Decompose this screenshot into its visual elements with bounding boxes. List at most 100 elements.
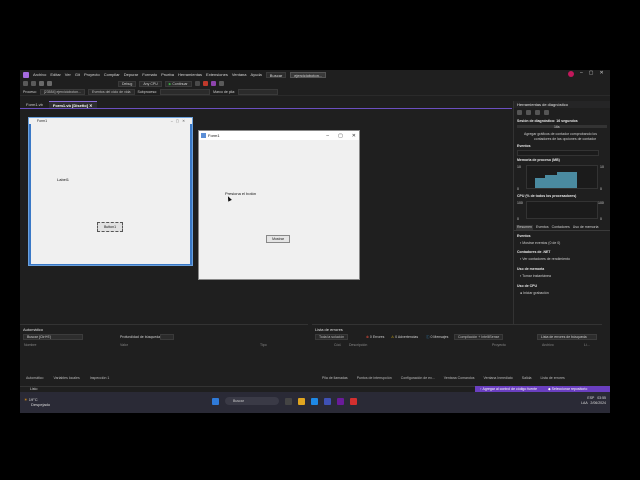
platform-dropdown[interactable]: Any CPU <box>139 80 162 87</box>
tab-autos[interactable]: Automático <box>26 376 44 380</box>
view-counters-link[interactable]: ▪ Ver contadores de rendimiento <box>520 257 570 261</box>
menu-extensiones[interactable]: Extensiones <box>206 72 228 77</box>
running-form[interactable]: Form1 – ▢ ✕ Presiona el botón Mostrar <box>198 130 360 280</box>
continue-button[interactable]: ▶ Continuar <box>164 80 192 87</box>
design-form-window-buttons-icon: –▢✕ <box>170 119 188 123</box>
app-icon[interactable] <box>350 397 357 405</box>
button1[interactable]: Button1 <box>97 222 123 232</box>
edge-icon[interactable] <box>311 397 318 405</box>
select-tools-icon[interactable] <box>526 110 531 115</box>
error-search[interactable]: Lista de errores de búsqueda <box>537 334 597 340</box>
tab-error-list[interactable]: Lista de errores <box>540 376 564 380</box>
search-box[interactable]: Buscar <box>265 71 287 78</box>
taskbar-search[interactable]: Buscar <box>225 397 279 405</box>
back-icon[interactable] <box>23 81 28 86</box>
stop-icon[interactable] <box>202 81 208 86</box>
tab-form1-code[interactable]: Form1.vb <box>22 101 47 108</box>
menu-ventana[interactable]: Ventana <box>232 72 247 77</box>
task-view-icon[interactable] <box>285 397 292 405</box>
restart-icon[interactable] <box>210 81 216 86</box>
show-button[interactable]: Mostrar <box>266 235 290 243</box>
tip-line-2: contadores de las opciones de contador <box>534 137 597 141</box>
tab-locals[interactable]: Variables locales <box>54 376 80 380</box>
tab-counters[interactable]: Contadores <box>552 225 570 230</box>
undo-icon[interactable] <box>47 81 52 86</box>
menu-herramientas[interactable]: Herramientas <box>178 72 202 77</box>
tab-call-stack[interactable]: Pila de llamadas <box>322 376 348 380</box>
visual-studio-icon[interactable] <box>337 397 344 405</box>
tab-watch[interactable]: Inspección 1 <box>90 376 110 380</box>
process-label: Proceso: <box>23 89 37 94</box>
tab-form1-design[interactable]: Form1.vb [Diseño] ✕ <box>48 101 97 108</box>
warnings-filter[interactable]: ⚠ 0 Advertencias <box>391 335 418 339</box>
weather-widget[interactable]: ☀ 19°C Despejado <box>24 397 50 407</box>
col-line: Lí... <box>584 343 590 347</box>
close-tab-icon[interactable]: ✕ <box>89 103 92 108</box>
label1[interactable]: Label1 <box>57 177 69 182</box>
zoom-out-icon[interactable] <box>544 110 549 115</box>
design-form[interactable]: Form1 –▢✕ Label1 Button1 <box>28 117 193 266</box>
menu-formato[interactable]: Formato <box>142 72 157 77</box>
hot-reload-icon[interactable] <box>194 81 200 86</box>
forward-icon[interactable] <box>31 81 36 86</box>
scope-dropdown[interactable]: Toda la solución <box>315 334 349 340</box>
windows-start-icon[interactable] <box>212 397 219 405</box>
tab-memory-usage[interactable]: Uso de memoria <box>573 225 599 230</box>
session-timeline[interactable] <box>517 125 607 128</box>
menu-git[interactable]: Git <box>75 72 80 77</box>
menu-archivo[interactable]: Archivo <box>33 72 46 77</box>
stack-frame-dropdown[interactable] <box>238 88 279 95</box>
taskbar-apps: Buscar <box>212 397 357 405</box>
close-icon[interactable]: ✕ <box>352 133 356 139</box>
store-icon[interactable] <box>324 397 331 405</box>
search-depth-label: Profundidad de búsqueda: <box>120 335 162 339</box>
autos-search[interactable]: Buscar (Ctrl+E) <box>23 334 83 340</box>
config-dropdown[interactable]: Debug <box>118 80 137 87</box>
start-recording-button[interactable]: ● Iniciar grabación <box>520 291 549 295</box>
tab-immediate-window[interactable]: Ventana Inmediato <box>484 376 513 380</box>
save-icon[interactable] <box>39 81 44 86</box>
tab-summary[interactable]: Resumen <box>516 225 533 230</box>
select-repository-button[interactable]: ◆ Seleccionar repositorio <box>548 387 587 391</box>
memory-label: Memoria de proceso (MB) <box>517 158 560 162</box>
menu-editar[interactable]: Editar <box>50 72 60 77</box>
diagnostic-tools-title: Herramientas de diagnóstico <box>514 101 610 108</box>
messages-filter[interactable]: ⓘ 0 Mensajes <box>426 335 448 340</box>
tab-output[interactable]: Salida <box>522 376 532 380</box>
show-events-link[interactable]: ▪ Mostrar eventos (0 de 0) <box>520 241 560 245</box>
tab-breakpoints[interactable]: Puntos de interrupción <box>357 376 392 380</box>
counters-section-title: Contadores de .NET <box>517 250 551 254</box>
events-track <box>517 150 599 156</box>
cpu-scale-bottom-right: 0 <box>600 217 602 221</box>
tab-exception-settings[interactable]: Configuración de ex... <box>401 376 435 380</box>
add-source-control-button[interactable]: ↑ Agregar al control de código fuente <box>480 387 537 391</box>
take-snapshot-button[interactable]: ▪ Tomar instantánea <box>520 274 551 278</box>
menu-depurar[interactable]: Depurar <box>124 72 138 77</box>
build-filter-dropdown[interactable]: Compilación + IntelliSense <box>454 334 504 340</box>
menu-ayuda[interactable]: Ayuda <box>251 72 262 77</box>
menu-prueba[interactable]: Prueba <box>161 72 174 77</box>
tab-command-window[interactable]: Ventana Comandos <box>444 376 475 380</box>
memory-scale-top: 10 <box>517 165 521 169</box>
settings-icon[interactable] <box>517 110 522 115</box>
running-form-window-buttons[interactable]: – ▢ ✕ <box>326 131 356 140</box>
errors-filter[interactable]: ⊗ 0 Errores <box>366 335 384 339</box>
menu-ver[interactable]: Ver <box>65 72 71 77</box>
search-depth-dropdown[interactable] <box>160 334 174 340</box>
step-icon[interactable] <box>218 81 224 86</box>
zoom-in-icon[interactable] <box>535 110 540 115</box>
account-avatar[interactable] <box>568 71 574 77</box>
mouse-cursor-icon <box>226 195 232 202</box>
process-dropdown[interactable]: [23584] ejercicioboton... <box>39 88 85 95</box>
minimize-icon[interactable]: – <box>326 133 329 139</box>
menu-proyecto[interactable]: Proyecto <box>84 72 100 77</box>
maximize-icon[interactable]: ▢ <box>338 133 343 139</box>
thread-dropdown[interactable] <box>160 88 211 95</box>
system-tray[interactable]: ESP 03:55 LAA 2/06/2024 <box>581 396 606 406</box>
menu-compilar[interactable]: Compilar <box>104 72 120 77</box>
file-explorer-icon[interactable] <box>298 397 305 405</box>
lifecycle-events-dropdown[interactable]: Eventos del ciclo de vida <box>87 88 135 95</box>
diag-tabs: Resumen Eventos Contadores Uso de memori… <box>514 225 610 231</box>
tab-events[interactable]: Eventos <box>536 225 549 230</box>
window-controls[interactable]: –▢✕ <box>580 70 610 76</box>
